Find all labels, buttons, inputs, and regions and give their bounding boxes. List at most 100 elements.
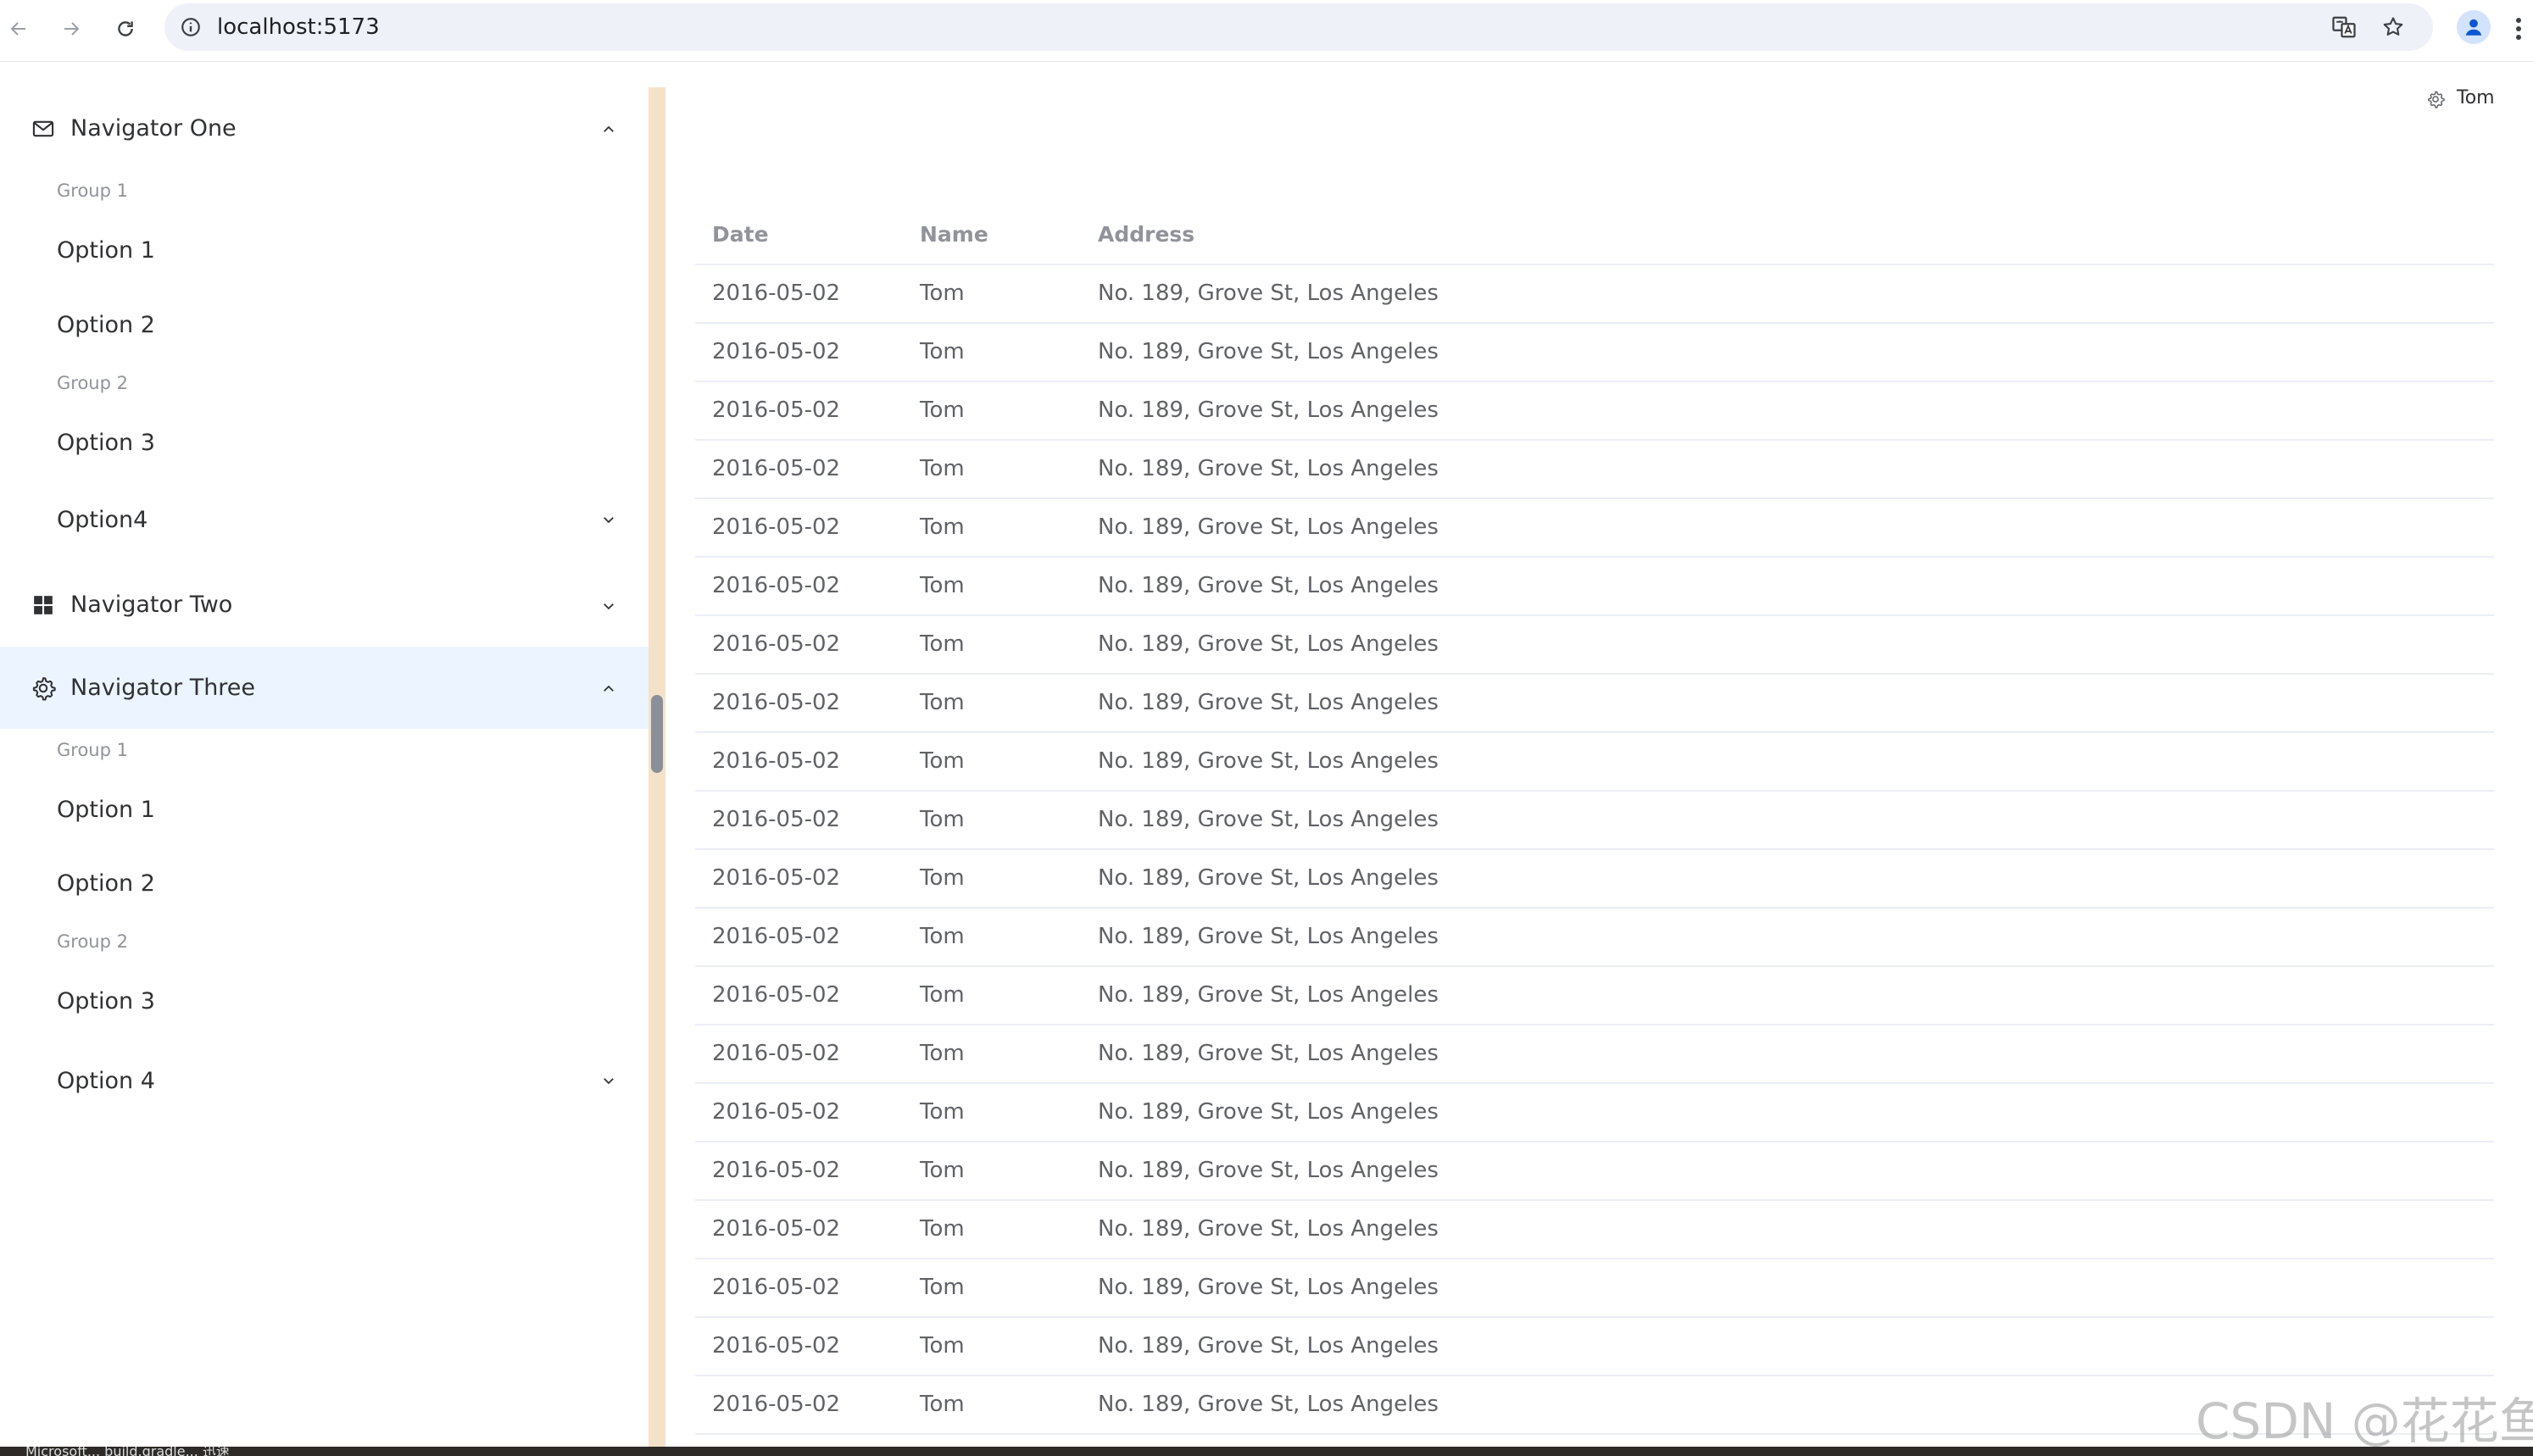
forward-button[interactable] <box>53 10 90 47</box>
cell-address: No. 189, Grove St, Los Angeles <box>1098 339 1439 364</box>
column-header-address: Address <box>1098 222 1195 247</box>
cell-address: No. 189, Grove St, Los Angeles <box>1098 924 1439 949</box>
address-bar[interactable]: localhost:5173 <box>164 3 2433 51</box>
cell-date: 2016-05-02 <box>712 865 841 891</box>
cell-address: No. 189, Grove St, Los Angeles <box>1098 748 1439 774</box>
column-header-date: Date <box>712 222 769 247</box>
cell-date: 2016-05-02 <box>712 397 841 423</box>
cell-name: Tom <box>920 339 965 364</box>
bookmark-star-icon[interactable] <box>2379 13 2408 42</box>
table-row[interactable]: 2016-05-02 Tom No. 189, Grove St, Los Ange… <box>695 1259 2494 1318</box>
cell-name: Tom <box>920 397 965 423</box>
sidebar-scrollbar-thumb[interactable] <box>651 695 663 773</box>
submenu-label: Navigator Three <box>70 675 256 701</box>
cell-date: 2016-05-02 <box>712 807 841 832</box>
back-button[interactable] <box>0 10 37 47</box>
submenu-option-4[interactable]: Option4 <box>0 482 649 557</box>
cell-name: Tom <box>920 1392 965 1417</box>
person-icon <box>2465 19 2482 36</box>
cell-date: 2016-05-02 <box>712 1158 841 1183</box>
submenu-navigator-two[interactable]: Navigator Two <box>0 564 649 646</box>
submenu-navigator-one[interactable]: Navigator One <box>0 87 649 169</box>
table-row[interactable]: 2016-05-02 Tom No. 189, Grove St, Los Ange… <box>695 558 2494 616</box>
menu-group-label: Group 1 <box>57 181 128 201</box>
taskbar-text: Microsoft... build.gradle... 迅速 <box>25 1447 230 1456</box>
menu-item-option-3[interactable]: Option 3 <box>0 964 649 1038</box>
chevron-up-icon <box>598 679 619 699</box>
column-header-name: Name <box>920 222 988 247</box>
table-row[interactable]: 2016-05-02 Tom No. 189, Grove St, Los Ange… <box>695 324 2494 382</box>
menu-group-label: Group 2 <box>57 931 128 952</box>
table-row[interactable]: 2016-05-02 Tom No. 189, Grove St, Los Ange… <box>695 382 2494 441</box>
menu-item-label: Option 2 <box>57 311 155 338</box>
cell-address: No. 189, Grove St, Los Angeles <box>1098 631 1439 657</box>
menu-item-label: Option 2 <box>57 870 155 897</box>
table-row[interactable]: 2016-05-02 Tom No. 189, Grove St, Los Ange… <box>695 909 2494 967</box>
cell-address: No. 189, Grove St, Los Angeles <box>1098 1275 1439 1300</box>
menu-item-option-1[interactable]: Option 1 <box>0 213 649 287</box>
table-row[interactable]: 2016-05-02 Tom No. 189, Grove St, Los Ange… <box>695 1084 2494 1142</box>
chevron-down-icon <box>598 509 619 530</box>
reload-button[interactable] <box>107 10 144 47</box>
menu-item-option-1[interactable]: Option 1 <box>0 772 649 847</box>
menu-item-option-2[interactable]: Option 2 <box>0 287 649 362</box>
cell-address: No. 189, Grove St, Los Angeles <box>1098 1216 1439 1242</box>
cell-address: No. 189, Grove St, Los Angeles <box>1098 1392 1439 1417</box>
menu-item-label: Option 1 <box>57 796 155 823</box>
cell-date: 2016-05-02 <box>712 631 841 657</box>
cell-date: 2016-05-02 <box>712 1041 841 1066</box>
cell-name: Tom <box>920 573 965 598</box>
cell-date: 2016-05-02 <box>712 982 841 1008</box>
menu-item-label: Option 4 <box>57 1067 155 1094</box>
cell-address: No. 189, Grove St, Los Angeles <box>1098 1158 1439 1183</box>
table-row[interactable]: 2016-05-02 Tom No. 189, Grove St, Los Ange… <box>695 441 2494 499</box>
table-row[interactable]: 2016-05-02 Tom No. 189, Grove St, Los Ange… <box>695 850 2494 909</box>
cell-date: 2016-05-02 <box>712 514 841 540</box>
cell-address: No. 189, Grove St, Los Angeles <box>1098 1333 1439 1359</box>
menu-item-option-2[interactable]: Option 2 <box>0 846 649 920</box>
cell-date: 2016-05-02 <box>712 690 841 715</box>
cell-address: No. 189, Grove St, Los Angeles <box>1098 456 1439 481</box>
settings-gear-icon[interactable] <box>2424 88 2447 110</box>
table-row[interactable]: 2016-05-02 Tom No. 189, Grove St, Los Ange… <box>695 792 2494 850</box>
cell-date: 2016-05-02 <box>712 573 841 598</box>
table-row[interactable]: 2016-05-02 Tom No. 189, Grove St, Los Ange… <box>695 499 2494 558</box>
submenu-navigator-three[interactable]: Navigator Three <box>0 647 649 729</box>
cell-date: 2016-05-02 <box>712 748 841 774</box>
cell-name: Tom <box>920 807 965 832</box>
table-row[interactable]: 2016-05-02 Tom No. 189, Grove St, Los Ange… <box>695 265 2494 324</box>
cell-date: 2016-05-02 <box>712 281 841 306</box>
table-row[interactable]: 2016-05-02 Tom No. 189, Grove St, Los Ange… <box>695 616 2494 675</box>
watermark: CSDN @花花鱼 <box>2196 1392 2533 1450</box>
cell-name: Tom <box>920 1275 965 1300</box>
cell-address: No. 189, Grove St, Los Angeles <box>1098 865 1439 891</box>
cell-name: Tom <box>920 1158 965 1183</box>
submenu-label: Navigator Two <box>70 592 233 618</box>
cell-date: 2016-05-02 <box>712 1333 841 1359</box>
table-row[interactable]: 2016-05-02 Tom No. 189, Grove St, Los Ange… <box>695 1318 2494 1376</box>
submenu-option-4[interactable]: Option 4 <box>0 1043 649 1118</box>
cell-date: 2016-05-02 <box>712 339 841 364</box>
cell-address: No. 189, Grove St, Los Angeles <box>1098 573 1439 598</box>
url-text[interactable]: localhost:5173 <box>217 14 380 40</box>
profile-avatar[interactable] <box>2457 10 2491 44</box>
menu-item-option-3[interactable]: Option 3 <box>0 405 649 480</box>
table-row[interactable]: 2016-05-02 Tom No. 189, Grove St, Los Ange… <box>695 1025 2494 1084</box>
menu-item-label: Option4 <box>57 506 148 533</box>
header-username[interactable]: Tom <box>2457 87 2495 108</box>
table-row[interactable]: 2016-05-02 Tom No. 189, Grove St, Los Ange… <box>695 675 2494 733</box>
menu-item-label: Option 3 <box>57 429 155 456</box>
table-row[interactable]: 2016-05-02 Tom No. 189, Grove St, Los Ange… <box>695 967 2494 1025</box>
cell-name: Tom <box>920 982 965 1008</box>
table-row[interactable]: 2016-05-02 Tom No. 189, Grove St, Los Ange… <box>695 733 2494 792</box>
cell-name: Tom <box>920 1333 965 1359</box>
cell-address: No. 189, Grove St, Los Angeles <box>1098 690 1439 715</box>
cell-date: 2016-05-02 <box>712 1275 841 1300</box>
site-info-icon[interactable] <box>176 13 205 42</box>
translate-icon[interactable] <box>2330 13 2358 42</box>
cell-name: Tom <box>920 1216 965 1242</box>
table-row[interactable]: 2016-05-02 Tom No. 189, Grove St, Los Ange… <box>695 1142 2494 1201</box>
browser-menu-button[interactable] <box>2511 12 2526 46</box>
table-row[interactable]: 2016-05-02 Tom No. 189, Grove St, Los Ange… <box>695 1201 2494 1259</box>
cell-address: No. 189, Grove St, Los Angeles <box>1098 807 1439 832</box>
